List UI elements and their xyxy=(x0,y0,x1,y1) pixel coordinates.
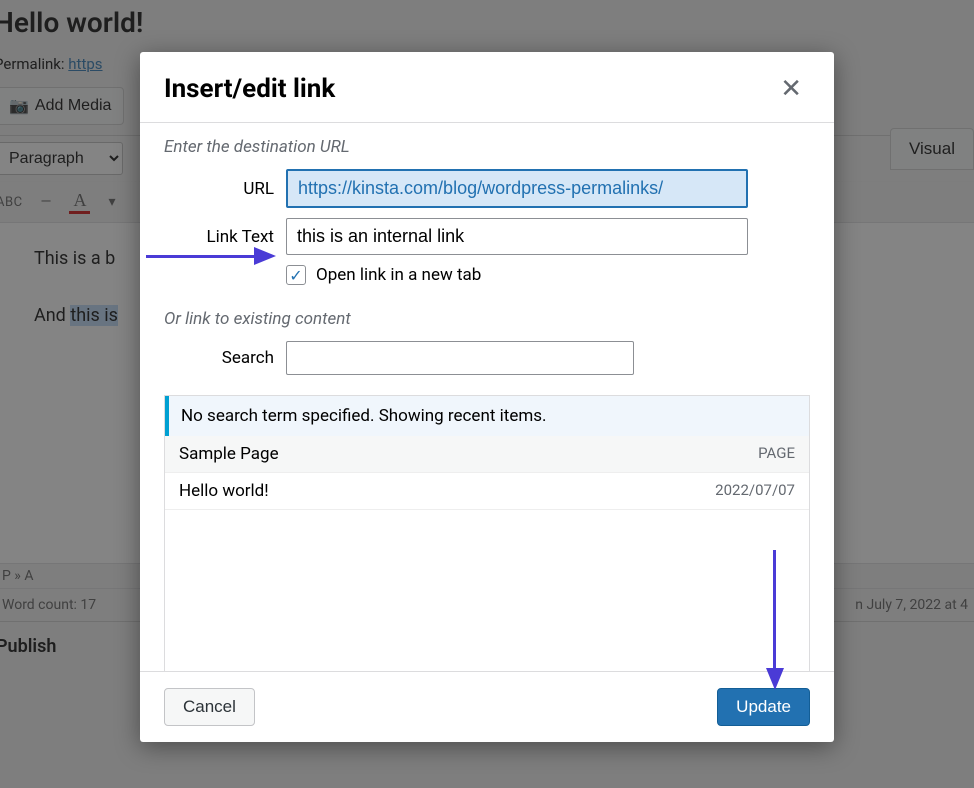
newtab-checkbox[interactable]: ✓ xyxy=(286,265,306,285)
url-label: URL xyxy=(164,179,274,199)
link-dialog: Insert/edit link ✕ Enter the destination… xyxy=(140,52,834,742)
results-list: No search term specified. Showing recent… xyxy=(164,395,810,671)
dialog-header: Insert/edit link ✕ xyxy=(140,52,834,123)
cancel-button[interactable]: Cancel xyxy=(164,688,255,726)
linktext-label: Link Text xyxy=(164,227,274,247)
close-icon[interactable]: ✕ xyxy=(772,70,810,108)
result-meta: 2022/07/07 xyxy=(715,481,795,501)
newtab-row: ✓ Open link in a new tab xyxy=(286,265,810,285)
result-title: Hello world! xyxy=(179,481,269,501)
dialog-body: Enter the destination URL URL Link Text … xyxy=(140,123,834,671)
result-meta: PAGE xyxy=(758,444,795,464)
linktext-input[interactable] xyxy=(286,218,748,255)
search-row: Search xyxy=(164,341,810,375)
url-row: URL xyxy=(164,169,810,208)
dialog-title: Insert/edit link xyxy=(164,74,335,104)
checkmark-icon: ✓ xyxy=(289,266,302,285)
url-input[interactable] xyxy=(286,169,748,208)
result-item[interactable]: Hello world! 2022/07/07 xyxy=(165,473,809,510)
result-title: Sample Page xyxy=(179,444,279,464)
newtab-label: Open link in a new tab xyxy=(316,265,481,285)
search-section-hint: Or link to existing content xyxy=(164,309,810,329)
update-button[interactable]: Update xyxy=(717,688,810,726)
result-item[interactable]: Sample Page PAGE xyxy=(165,436,809,473)
search-input[interactable] xyxy=(286,341,634,375)
search-label: Search xyxy=(164,348,274,368)
dialog-footer: Cancel Update xyxy=(140,671,834,742)
linktext-row: Link Text xyxy=(164,218,810,255)
results-notice: No search term specified. Showing recent… xyxy=(165,396,809,436)
url-section-hint: Enter the destination URL xyxy=(164,137,810,157)
